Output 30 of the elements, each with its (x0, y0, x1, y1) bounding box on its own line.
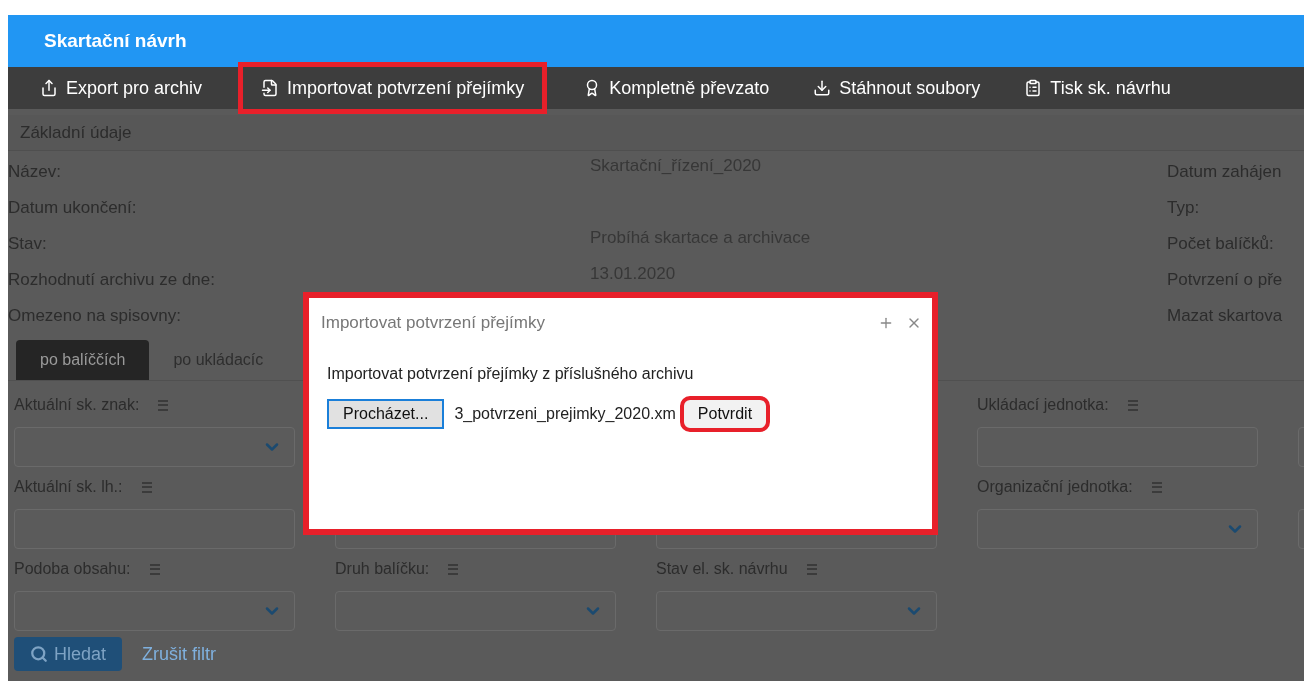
toolbar-button[interactable]: Kompletně převzato (575, 67, 778, 109)
filter-options-icon[interactable] (148, 561, 161, 575)
filter-options-icon[interactable] (1126, 397, 1139, 411)
page-title: Skartační návrh (44, 28, 187, 53)
search-icon (30, 645, 48, 663)
download-icon (813, 79, 832, 97)
filter-options-icon[interactable] (157, 397, 170, 411)
import-icon (261, 79, 280, 97)
dropdown-field[interactable] (977, 509, 1258, 549)
toolbar-button[interactable]: Export pro archiv (32, 67, 211, 109)
export-icon (40, 79, 58, 97)
filter-options-icon[interactable] (805, 561, 818, 575)
toolbar-button[interactable]: Tisk sk. návrhu (1016, 67, 1179, 109)
dialog-message: Importovat potvrzení přejímky z příslušného archivu (327, 364, 695, 384)
dialog-title: Importovat potvrzení přejímky (321, 312, 545, 335)
confirm-button[interactable]: Potvrdit (679, 396, 771, 432)
dropdown-field[interactable] (335, 591, 616, 631)
filter-options-icon[interactable] (447, 561, 460, 575)
dropdown-field[interactable] (14, 591, 295, 631)
dropdown-field[interactable] (656, 591, 937, 631)
dropdown-field[interactable] (14, 427, 295, 467)
toolbar-button[interactable]: Importovat potvrzení přejímky (238, 62, 548, 114)
clipboard-icon (1024, 79, 1043, 97)
file-name: 3_potvrzeni_prejimky_2020.xm (454, 404, 676, 424)
browse-button[interactable]: Procházet... (327, 399, 445, 429)
toolbar-button[interactable]: Stáhnout soubory (805, 67, 989, 109)
filter-options-icon[interactable] (1150, 479, 1163, 493)
filter-options-icon[interactable] (140, 479, 153, 493)
tab[interactable]: po balíččích (16, 340, 150, 380)
plus-icon[interactable] (878, 315, 894, 331)
